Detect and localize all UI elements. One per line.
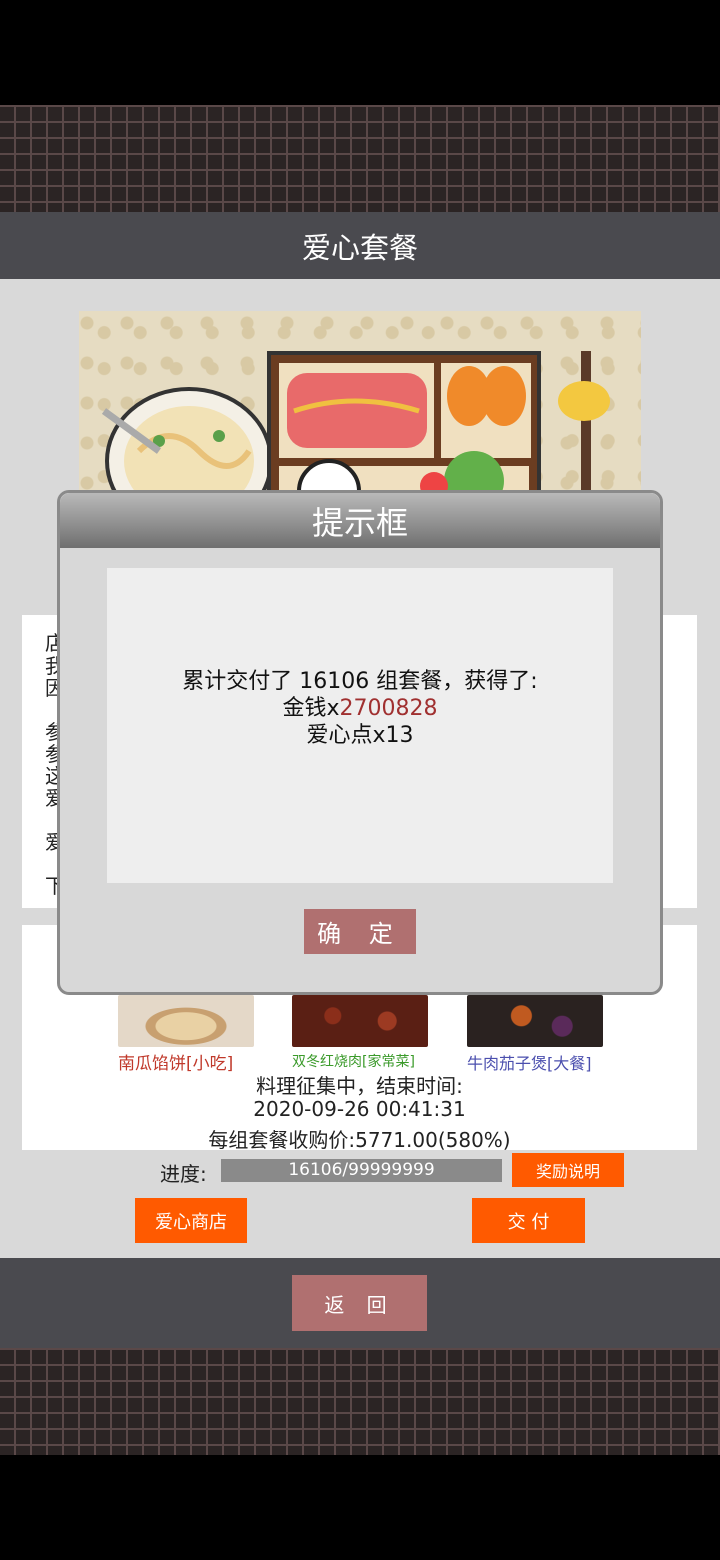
nav-area: [0, 1455, 720, 1560]
confirm-button[interactable]: 确 定: [304, 909, 416, 954]
progress-bar: 16106/99999999: [221, 1159, 502, 1182]
price-line: 每组套餐收购价:5771.00(580%): [208, 1128, 511, 1152]
reward-info-button[interactable]: 奖励说明: [512, 1153, 624, 1187]
dish-image-braised-pork: [292, 995, 428, 1047]
end-time: 2020-09-26 00:41:31: [253, 1097, 466, 1121]
dish-name: 双冬红烧肉[家常菜]: [292, 1054, 415, 1070]
dialog-message: 累计交付了 16106 组套餐，获得了: 金钱x2700828 爱心点x13: [107, 668, 613, 749]
progress-text: 16106/99999999: [288, 1160, 435, 1180]
money-value: 2700828: [339, 696, 438, 721]
love-shop-button[interactable]: 爱心商店: [135, 1198, 247, 1243]
love-points-reward: 爱心点x13: [306, 723, 414, 748]
money-reward: 金钱x2700828: [107, 695, 613, 722]
delivery-summary: 累计交付了 16106 组套餐，获得了:: [182, 669, 538, 694]
collection-status: 料理征集中，结束时间:: [256, 1074, 463, 1098]
lattice-pattern-bottom: [0, 1348, 720, 1455]
lattice-pattern-top: [0, 105, 720, 212]
dish-image-beef-eggplant: [467, 995, 603, 1047]
money-label: 金钱x: [282, 696, 340, 721]
page-title: 爱心套餐: [0, 212, 720, 279]
dialog-message-panel: 累计交付了 16106 组套餐，获得了: 金钱x2700828 爱心点x13: [107, 568, 613, 883]
progress-label: 进度:: [160, 1162, 207, 1186]
deliver-button[interactable]: 交 付: [472, 1198, 585, 1243]
prompt-dialog: 提示框 累计交付了 16106 组套餐，获得了: 金钱x2700828 爱心点x…: [57, 490, 663, 995]
back-button[interactable]: 返 回: [292, 1275, 427, 1331]
dialog-title: 提示框: [60, 493, 660, 548]
dish-image-pumpkin-pie: [118, 995, 254, 1047]
status-area: [0, 0, 720, 105]
